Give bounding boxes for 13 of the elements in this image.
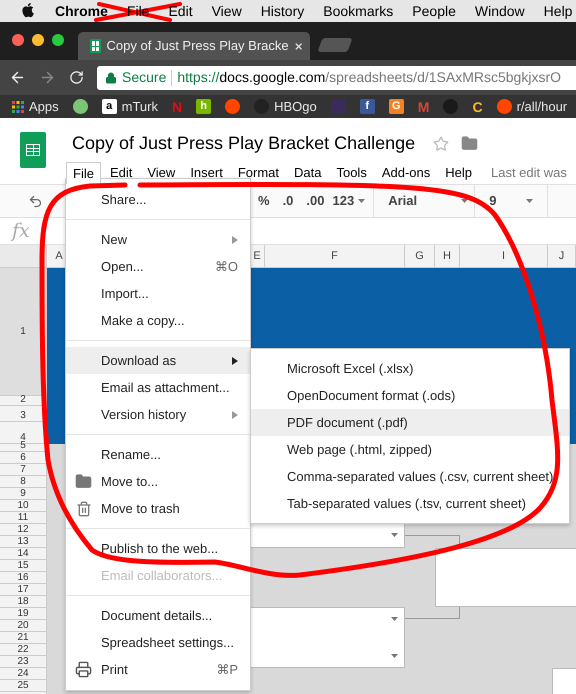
shortcut-label: ⌘P: [216, 660, 238, 679]
url-text: https://docs.google.com/spreadsheets/d/1SAxMRsc5bgkjxsrO: [177, 68, 561, 87]
bookmark-icon: M: [418, 100, 430, 114]
bookmark-icon: a: [102, 99, 117, 114]
bookmark-icon: C: [472, 100, 483, 114]
secure-label: Secure: [122, 68, 166, 87]
formula-label: fx: [12, 218, 30, 244]
bookmark-icon: G: [388, 99, 404, 114]
bookmark-icon: h: [196, 99, 212, 114]
bookmark-icon: N: [172, 100, 182, 114]
bookmark-icon: f: [360, 99, 375, 114]
tab-title: Copy of Just Press Play Bracke: [106, 37, 289, 56]
shortcut-label: ⌘O: [214, 258, 238, 276]
